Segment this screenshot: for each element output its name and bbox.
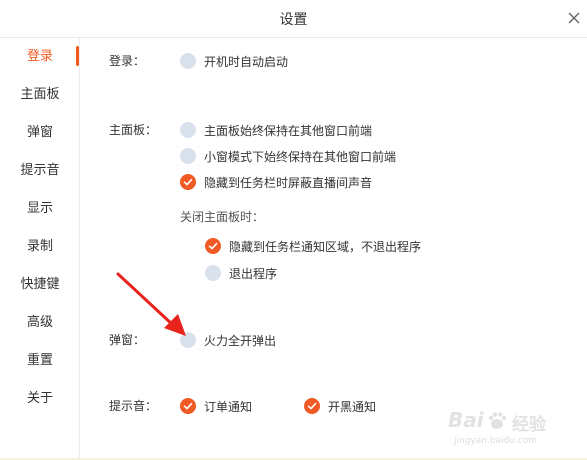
checked-checkmark-icon	[304, 398, 320, 414]
option-label: 火力全开弹出	[204, 333, 277, 348]
watermark-brand: Bai	[448, 408, 484, 432]
checked-checkmark-icon	[180, 174, 196, 190]
settings-content: 登录： 开机时自动启动 主面板： 主面板始终保持在其他窗口前端 小窗模式下始终保…	[80, 38, 587, 458]
paw-icon	[486, 410, 508, 436]
window-title: 设置	[279, 12, 308, 28]
baidu-jingyan-watermark: Bai 经验 jingyan.baidu.com	[448, 408, 584, 454]
hide-to-tray-option[interactable]: 隐藏到任务栏通知区域，不退出程序	[205, 237, 421, 255]
unchecked-radio-icon	[180, 148, 196, 164]
sidebar-item-hotkeys[interactable]: 快捷键	[0, 275, 80, 295]
checked-checkmark-icon	[205, 238, 221, 254]
option-label: 小窗模式下始终保持在其他窗口前端	[204, 149, 397, 164]
option-label: 开黑通知	[328, 399, 377, 414]
option-label: 开机时自动启动	[204, 54, 289, 69]
checked-checkmark-icon	[180, 398, 196, 414]
unchecked-radio-icon	[180, 53, 196, 69]
team-notification-option[interactable]: 开黑通知	[304, 397, 376, 415]
sidebar-item-login[interactable]: 登录	[0, 47, 80, 67]
main-panel-section-label: 主面板：	[109, 123, 158, 137]
sidebar-item-display[interactable]: 显示	[0, 199, 80, 219]
login-section-label: 登录：	[109, 54, 146, 68]
watermark-url: jingyan.baidu.com	[454, 436, 538, 446]
sidebar-item-main-panel[interactable]: 主面板	[0, 85, 80, 105]
option-label: 主面板始终保持在其他窗口前端	[204, 123, 373, 138]
sidebar-item-advanced[interactable]: 高级	[0, 313, 80, 333]
option-label: 退出程序	[229, 266, 278, 281]
panel-always-on-top-option[interactable]: 主面板始终保持在其他窗口前端	[180, 121, 372, 139]
sidebar-item-record[interactable]: 录制	[0, 237, 80, 257]
option-label: 隐藏到任务栏时屏蔽直播间声音	[204, 175, 373, 190]
sidebar-item-sound[interactable]: 提示音	[0, 161, 80, 181]
full-fire-popup-option[interactable]: 火力全开弹出	[180, 331, 276, 349]
annotation-arrow-icon	[112, 270, 192, 344]
option-label: 隐藏到任务栏通知区域，不退出程序	[229, 239, 422, 254]
unchecked-radio-icon	[180, 122, 196, 138]
watermark-brand-cn: 经验	[512, 415, 546, 435]
title-bar: 设置	[0, 0, 587, 38]
mini-window-on-top-option[interactable]: 小窗模式下始终保持在其他窗口前端	[180, 147, 396, 165]
close-panel-subtitle: 关闭主面板时：	[180, 210, 265, 224]
close-icon[interactable]	[563, 7, 585, 29]
sound-section-label: 提示音：	[109, 399, 158, 413]
auto-start-option[interactable]: 开机时自动启动	[180, 52, 288, 70]
mute-when-hidden-option[interactable]: 隐藏到任务栏时屏蔽直播间声音	[180, 173, 372, 191]
sidebar-item-about[interactable]: 关于	[0, 389, 80, 409]
option-label: 订单通知	[204, 399, 253, 414]
sidebar-item-reset[interactable]: 重置	[0, 351, 80, 371]
sidebar-item-popup[interactable]: 弹窗	[0, 123, 80, 143]
unchecked-radio-icon	[205, 265, 221, 281]
order-notification-option[interactable]: 订单通知	[180, 397, 252, 415]
exit-program-option[interactable]: 退出程序	[205, 264, 277, 282]
settings-sidebar: 登录 主面板 弹窗 提示音 显示 录制 快捷键 高级 重置 关于	[0, 38, 80, 458]
